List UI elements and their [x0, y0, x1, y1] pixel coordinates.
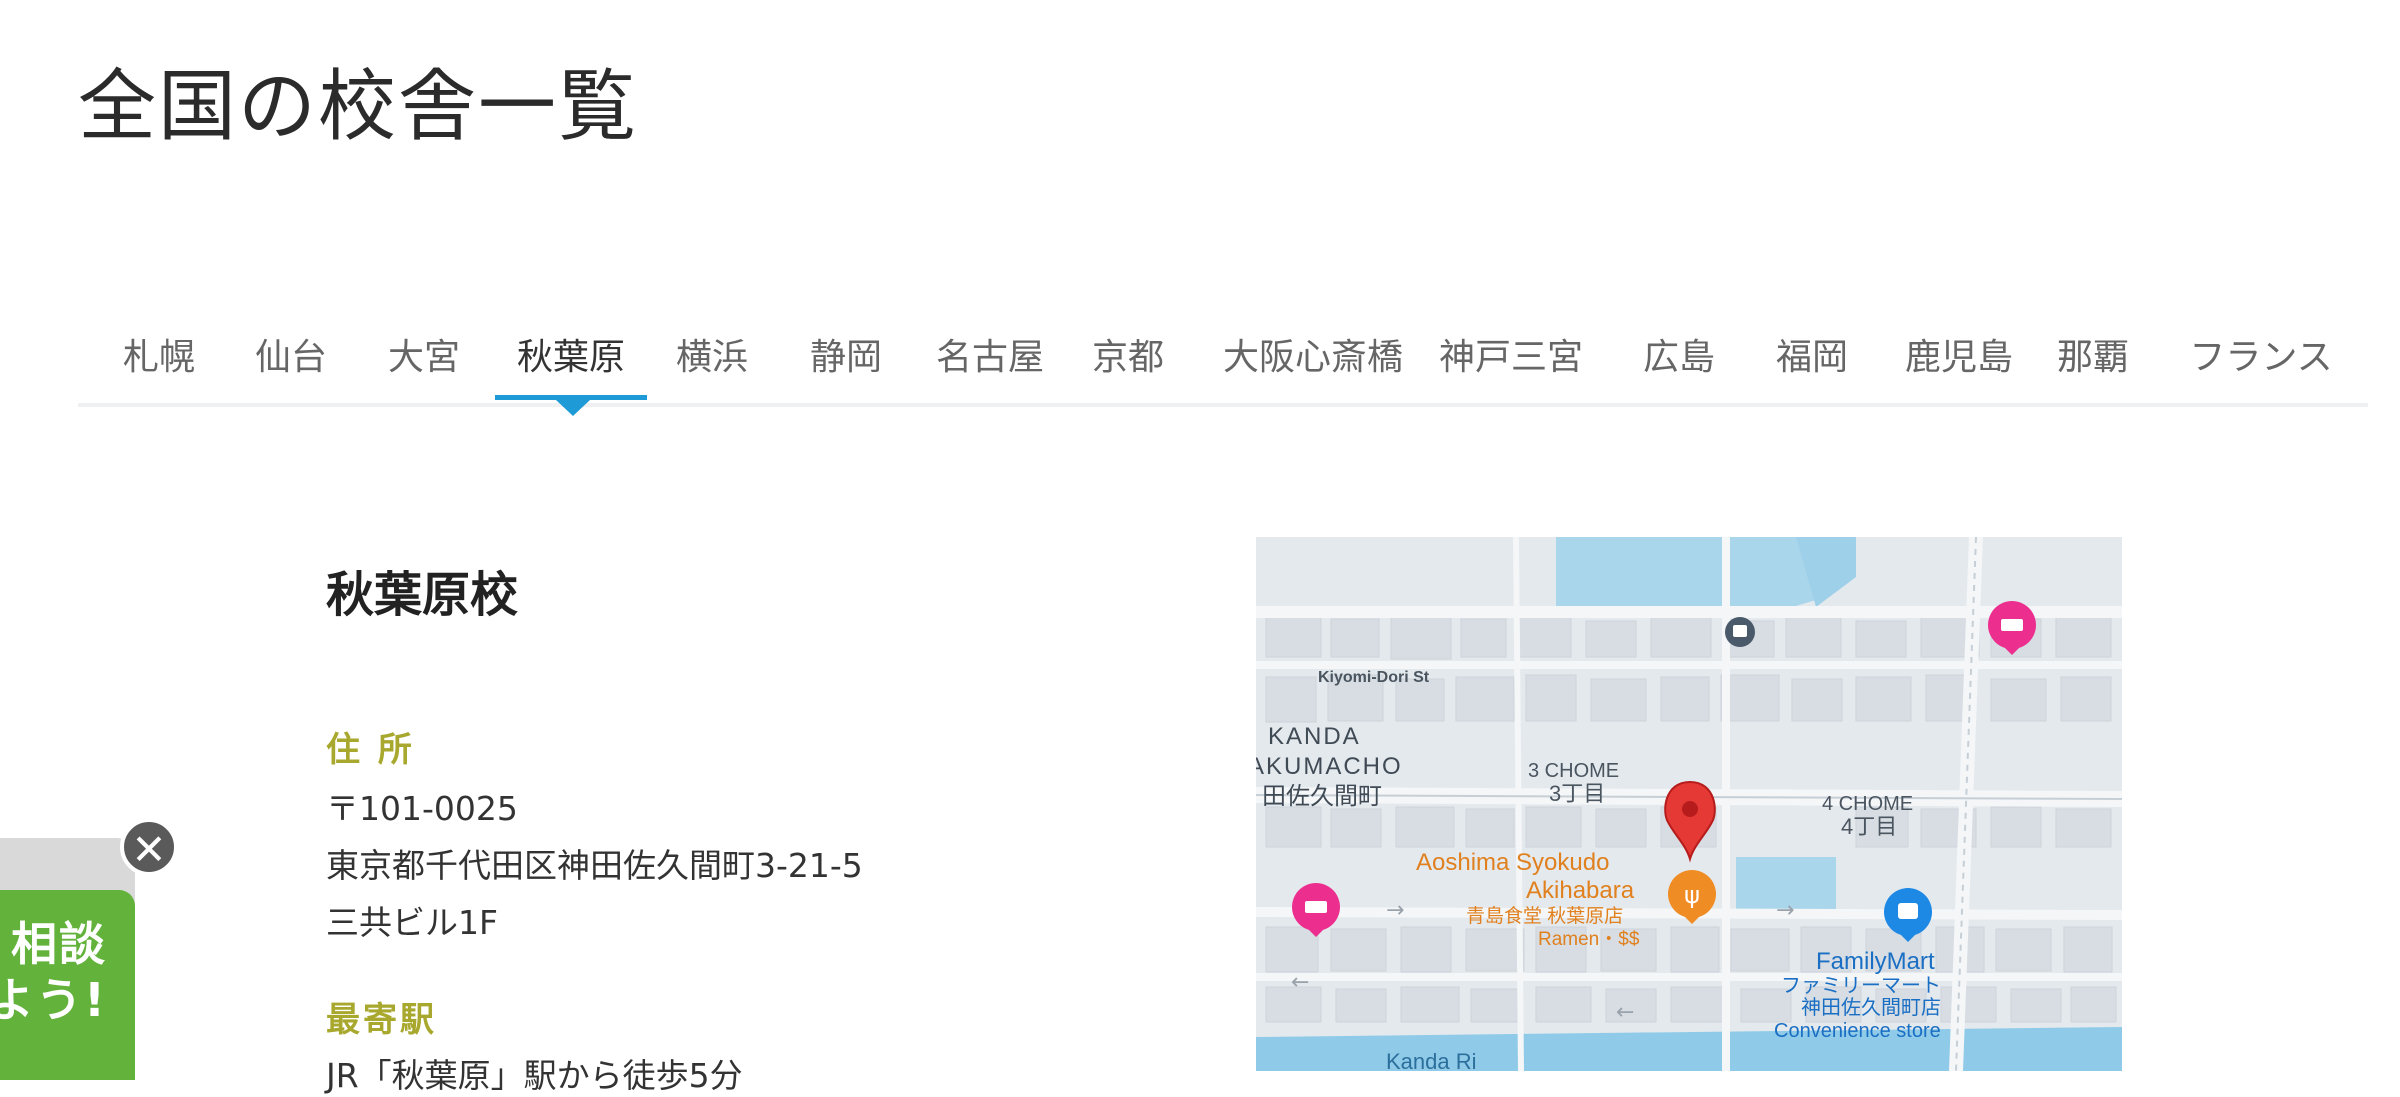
tab-france[interactable]: フランス — [2181, 326, 2341, 390]
tab-sendai[interactable]: 仙台 — [238, 326, 344, 390]
google-map[interactable]: → → ← ← Kiyomi-Dori St KANDA AKUMACHO 田佐… — [1256, 537, 2122, 1071]
consultation-chat-widget[interactable]: 相談 よう! — [0, 838, 140, 1080]
chome-label-jp: 3丁目 — [1549, 781, 1605, 806]
address-label: 住 所 — [326, 730, 415, 770]
tab-yokohama[interactable]: 横浜 — [662, 326, 762, 390]
tab-omiya[interactable]: 大宮 — [371, 326, 477, 390]
chome-label-jp: 4丁目 — [1841, 814, 1897, 839]
chat-widget-text-2: よう! — [0, 973, 107, 1027]
poi-label: Aoshima Syokudo — [1416, 849, 1609, 876]
svg-text:→: → — [1386, 898, 1404, 923]
station-label: 最寄駅 — [326, 1000, 437, 1040]
page-title: 全国の校舎一覧 — [78, 62, 639, 152]
tab-sapporo[interactable]: 札幌 — [106, 326, 212, 390]
poi-label-jp: 神田佐久間町店 — [1801, 996, 1941, 1019]
svg-text:←: ← — [1291, 970, 1309, 995]
svg-text:→: → — [1776, 898, 1794, 923]
close-icon[interactable]: ✕ — [120, 818, 178, 876]
address-line-1: 東京都千代田区神田佐久間町3-21-5 — [326, 846, 863, 885]
chome-label: 3 CHOME — [1528, 760, 1619, 782]
river-label: Kanda Ri — [1386, 1049, 1477, 1071]
transit-icon[interactable] — [1725, 617, 1755, 647]
postal-code: 〒101-0025 — [326, 789, 518, 828]
tab-akihabara[interactable]: 秋葉原 — [495, 326, 647, 390]
tab-nagoya[interactable]: 名古屋 — [916, 326, 1064, 390]
chome-label: 4 CHOME — [1822, 793, 1913, 815]
campus-name: 秋葉原校 — [326, 567, 519, 623]
poi-label: Convenience store — [1774, 1020, 1941, 1042]
tab-shizuoka[interactable]: 静岡 — [796, 326, 896, 390]
poi-label-jp: ファミリーマート — [1781, 975, 1941, 997]
tab-osaka-shinsaibashi[interactable]: 大阪心斎橋 — [1218, 326, 1408, 390]
tab-fukuoka[interactable]: 福岡 — [1762, 326, 1862, 390]
district-label: KANDA — [1268, 723, 1361, 750]
campus-tabs: 札幌 仙台 大宮 秋葉原 横浜 静岡 名古屋 京都 大阪心斎橋 神戸三宮 広島 … — [78, 318, 2368, 416]
address-line-2: 三共ビル1F — [326, 903, 498, 942]
district-label: AKUMACHO — [1256, 753, 1403, 780]
poi-label-jp: 青島食堂 秋葉原店 — [1466, 905, 1623, 927]
tab-naha[interactable]: 那覇 — [2043, 326, 2143, 390]
active-tab-caret-icon — [556, 400, 590, 416]
svg-text:←: ← — [1616, 1000, 1634, 1025]
tab-kagoshima[interactable]: 鹿児島 — [1894, 326, 2024, 390]
street-label: Kiyomi-Dori St — [1318, 669, 1430, 686]
tab-kobe-sannomiya[interactable]: 神戸三宮 — [1436, 326, 1586, 390]
poi-label: Ramen・$$ — [1538, 929, 1640, 950]
chat-widget-button[interactable]: 相談 よう! — [0, 890, 135, 1080]
svg-text:ψ: ψ — [1684, 881, 1700, 909]
water-area — [1556, 537, 1826, 612]
tab-hiroshima[interactable]: 広島 — [1629, 326, 1729, 390]
poi-label: Akihabara — [1526, 877, 1635, 904]
tab-kyoto[interactable]: 京都 — [1078, 326, 1178, 390]
district-label-jp: 田佐久間町 — [1262, 783, 1382, 810]
station-access: JR「秋葉原」駅から徒歩5分 — [326, 1056, 743, 1095]
poi-label: FamilyMart — [1816, 948, 1935, 975]
